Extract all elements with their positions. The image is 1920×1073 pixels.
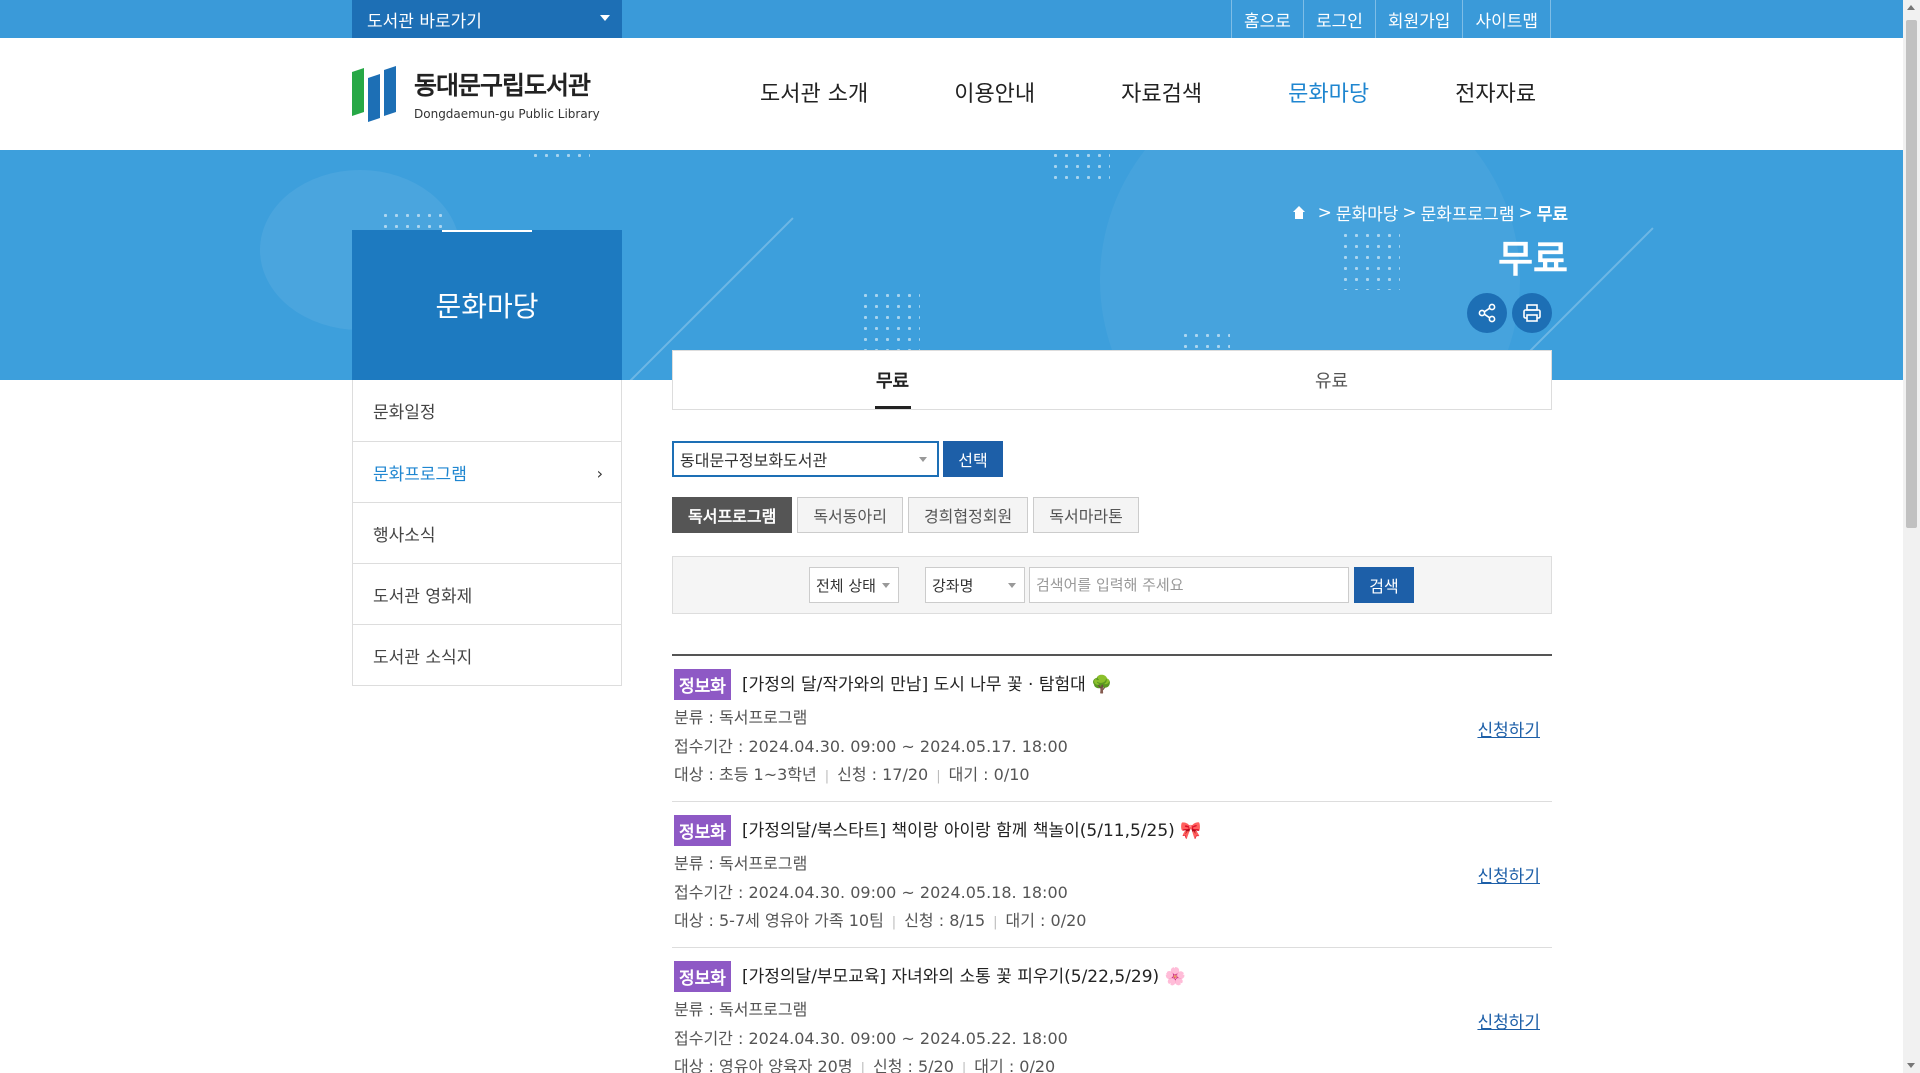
sidebar-item-culture-program[interactable]: 문화프로그램 › xyxy=(353,441,621,502)
chevron-down-icon xyxy=(882,583,890,588)
tab-reading-club[interactable]: 독서동아리 xyxy=(797,497,903,533)
sidebar-item-film-festival[interactable]: 도서관 영화제 xyxy=(353,563,621,624)
apply-link[interactable]: 신청하기 xyxy=(1477,862,1540,887)
signup-link[interactable]: 회원가입 xyxy=(1374,0,1463,38)
breadcrumb: > 문화마당 > 문화프로그램 > 무료 xyxy=(1288,200,1568,225)
tab-kyunghee-member[interactable]: 경희협정회원 xyxy=(907,497,1029,533)
breadcrumb-item-culture[interactable]: 문화마당 xyxy=(1336,200,1399,225)
sub-visual-banner xyxy=(0,150,1903,380)
page-title: 무료 xyxy=(1498,237,1568,281)
nav-library-intro[interactable]: 도서관 소개 xyxy=(760,76,868,108)
search-input[interactable] xyxy=(1029,567,1349,603)
logo-subtitle: Dongdaemun-gu Public Library xyxy=(414,106,600,121)
main-nav: 도서관 소개 이용안내 자료검색 문화마당 전자자료 xyxy=(760,76,1536,108)
chevron-right-icon: › xyxy=(596,464,603,483)
chevron-down-icon xyxy=(919,457,927,462)
nav-usage-guide[interactable]: 이용안내 xyxy=(954,76,1035,108)
program-target: 대상 : 영유아 양육자 20명 | 신청 : 5/20 | 대기 : 0/20 xyxy=(674,1057,1056,1073)
program-list: 정보화 [가정의 달/작가와의 만남] 도시 나무 꽃 · 탐험대 🌳 분류 :… xyxy=(672,654,1552,1073)
ribbon-icon: 🎀 xyxy=(1180,821,1202,841)
tab-free[interactable]: 무료 xyxy=(673,351,1112,409)
list-item: 정보화 [가정의달/부모교육] 자녀와의 소통 꽃 피우기(5/22,5/29)… xyxy=(672,948,1552,1073)
library-shortcut-select[interactable]: 도서관 바로가기 xyxy=(352,0,622,38)
program-title[interactable]: [가정의달/북스타트] 책이랑 아이랑 함께 책놀이(5/11,5/25) 🎀 xyxy=(742,816,1201,841)
program-target: 대상 : 초등 1~3학년 | 신청 : 17/20 | 대기 : 0/10 xyxy=(674,765,1030,784)
nav-search[interactable]: 자료검색 xyxy=(1121,76,1202,108)
program-period: 접수기간 : 2024.04.30. 09:00 ~ 2024.05.22. 1… xyxy=(674,1029,1068,1048)
program-category: 분류 : 독서프로그램 xyxy=(674,708,808,727)
tree-icon: 🌳 xyxy=(1091,675,1113,695)
share-button[interactable] xyxy=(1467,293,1507,333)
sidebar-item-newsletter[interactable]: 도서관 소식지 xyxy=(353,624,621,685)
category-badge: 정보화 xyxy=(674,669,731,700)
category-badge: 정보화 xyxy=(674,815,731,846)
tab-reading-program[interactable]: 독서프로그램 xyxy=(672,497,793,533)
tab-reading-marathon[interactable]: 독서마라톤 xyxy=(1033,497,1139,533)
field-select[interactable]: 강좌명 xyxy=(925,567,1025,603)
login-link[interactable]: 로그인 xyxy=(1302,0,1375,38)
sitemap-link[interactable]: 사이트맵 xyxy=(1462,0,1551,38)
breadcrumb-item-current: 무료 xyxy=(1536,205,1568,225)
scroll-down-icon[interactable] xyxy=(1907,1063,1915,1068)
category-tabs: 독서프로그램 독서동아리 경희협정회원 독서마라톤 xyxy=(672,497,1144,533)
status-select[interactable]: 전체 상태 xyxy=(809,567,899,603)
apply-link[interactable]: 신청하기 xyxy=(1477,1008,1540,1033)
chevron-down-icon xyxy=(1008,583,1016,588)
program-period: 접수기간 : 2024.04.30. 09:00 ~ 2024.05.18. 1… xyxy=(674,883,1068,902)
sidebar-menu: 문화일정 문화프로그램 › 행사소식 도서관 영화제 도서관 소식지 xyxy=(352,380,622,686)
branch-select-button[interactable]: 선택 xyxy=(943,441,1003,477)
program-target: 대상 : 5-7세 영유아 가족 10팀 | 신청 : 8/15 | 대기 : 0/20 xyxy=(674,911,1087,930)
list-item: 정보화 [가정의 달/작가와의 만남] 도시 나무 꽃 · 탐험대 🌳 분류 :… xyxy=(672,656,1552,802)
program-title[interactable]: [가정의 달/작가와의 만남] 도시 나무 꽃 · 탐험대 🌳 xyxy=(742,670,1112,695)
nav-culture[interactable]: 문화마당 xyxy=(1288,76,1369,108)
scroll-thumb[interactable] xyxy=(1906,20,1917,528)
scroll-up-icon[interactable] xyxy=(1907,5,1915,10)
sidebar-item-event-news[interactable]: 행사소식 xyxy=(353,502,621,563)
logo-title: 동대문구립도서관 xyxy=(414,70,591,100)
print-icon xyxy=(1523,304,1541,322)
logo-icon xyxy=(352,62,402,124)
fee-tabs: 무료 유료 xyxy=(672,350,1552,410)
page-scrollbar[interactable] xyxy=(1903,0,1920,1073)
category-badge: 정보화 xyxy=(674,961,731,992)
flower-icon: 🌸 xyxy=(1164,967,1186,987)
site-logo[interactable]: 동대문구립도서관 Dongdaemun-gu Public Library xyxy=(352,62,600,124)
breadcrumb-item-program[interactable]: 문화프로그램 xyxy=(1421,200,1515,225)
tab-paid[interactable]: 유료 xyxy=(1112,351,1551,409)
share-icon xyxy=(1478,303,1496,323)
program-category: 분류 : 독서프로그램 xyxy=(674,1000,808,1019)
program-title[interactable]: [가정의달/부모교육] 자녀와의 소통 꽃 피우기(5/22,5/29) 🌸 xyxy=(742,962,1186,987)
apply-link[interactable]: 신청하기 xyxy=(1477,716,1540,741)
branch-select[interactable]: 동대문구정보화도서관 xyxy=(672,441,939,477)
search-button[interactable]: 검색 xyxy=(1354,567,1414,603)
list-item: 정보화 [가정의달/북스타트] 책이랑 아이랑 함께 책놀이(5/11,5/25… xyxy=(672,802,1552,948)
print-button[interactable] xyxy=(1512,293,1552,333)
header: 동대문구립도서관 Dongdaemun-gu Public Library 도서… xyxy=(0,38,1903,150)
library-shortcut-label: 도서관 바로가기 xyxy=(367,11,482,32)
nav-e-resources[interactable]: 전자자료 xyxy=(1455,76,1536,108)
utility-bar: 도서관 바로가기 홈으로 로그인 회원가입 사이트맵 xyxy=(0,0,1903,38)
sidebar-title: 문화마당 xyxy=(352,230,622,380)
program-period: 접수기간 : 2024.04.30. 09:00 ~ 2024.05.17. 1… xyxy=(674,737,1068,756)
search-panel: 전체 상태 강좌명 검색 xyxy=(672,556,1552,614)
utility-links: 홈으로 로그인 회원가입 사이트맵 xyxy=(1231,0,1551,38)
home-link[interactable]: 홈으로 xyxy=(1231,0,1303,38)
program-category: 분류 : 독서프로그램 xyxy=(674,854,808,873)
chevron-down-icon xyxy=(600,15,610,21)
home-icon[interactable] xyxy=(1292,205,1306,220)
sidebar-item-culture-schedule[interactable]: 문화일정 xyxy=(353,380,621,441)
